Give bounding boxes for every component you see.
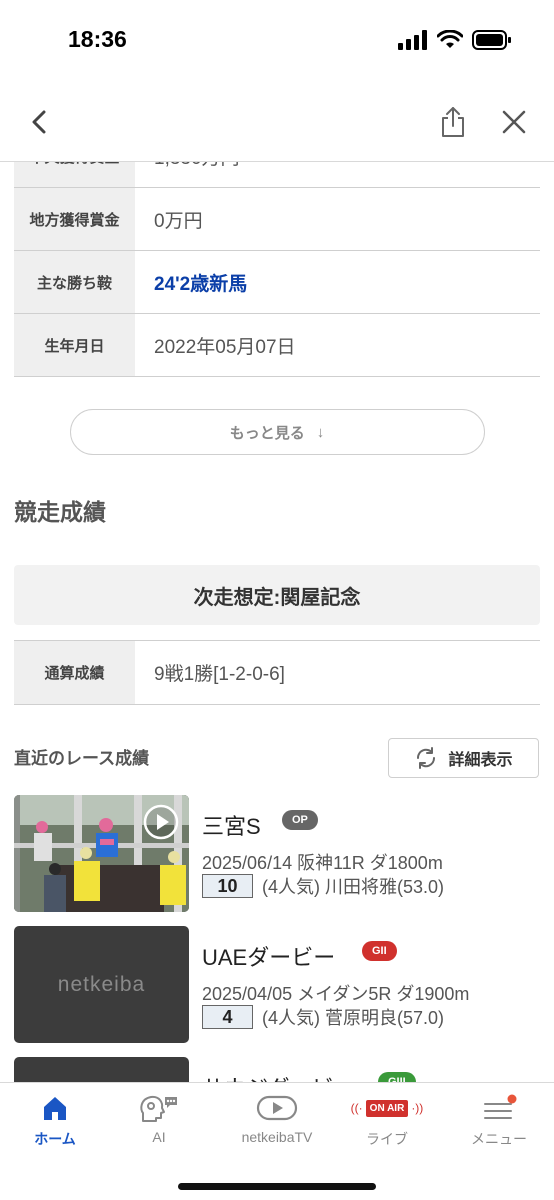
race-info: 2025/04/05 メイダン5R ダ1900m xyxy=(202,984,470,1004)
tab-label: AI xyxy=(152,1129,166,1145)
race-item[interactable]: サウジダービー GIII xyxy=(0,1057,554,1082)
race-result-detail: (4人気) 川田将雅(53.0) xyxy=(262,877,445,897)
info-row-value: 1,330万円 xyxy=(135,162,540,188)
info-row: 地方獲得賞金 0万円 xyxy=(14,187,540,251)
recent-races-title: 直近のレース成績 xyxy=(14,749,150,768)
broadcast-wave-icon: ·)) xyxy=(411,1101,424,1115)
total-record-table: 通算成績 9戦1勝[1-2-0-6] xyxy=(14,640,540,705)
race-name[interactable]: 三宮S xyxy=(202,809,261,841)
info-row-label: 主な勝ち鞍 xyxy=(14,250,135,314)
status-time: 18:36 xyxy=(68,26,127,52)
race-name[interactable]: サウジダービー xyxy=(202,1071,356,1082)
race-result: 4 (4人気) 菅原明良(57.0) xyxy=(202,1004,444,1030)
race-item[interactable]: 三宮S OP 2025/06/14 阪神11R ダ1800m 10 (4人気) … xyxy=(0,795,554,926)
main-win-link[interactable]: 24'2歳新馬 xyxy=(135,250,540,314)
total-record-label: 通算成績 xyxy=(14,640,135,705)
wifi-icon xyxy=(437,30,463,48)
info-row: 生年月日 2022年05月07日 xyxy=(14,313,540,377)
signal-icon xyxy=(398,30,427,50)
horse-info-table: 中央獲得賞金 1,330万円 地方獲得賞金 0万円 主な勝ち鞍 24'2歳新馬 … xyxy=(14,162,540,377)
play-icon[interactable] xyxy=(142,803,180,841)
close-icon[interactable] xyxy=(500,108,528,136)
ai-head-icon xyxy=(140,1095,177,1122)
nav-bar xyxy=(0,80,554,162)
detail-view-label: 詳細表示 xyxy=(448,752,513,769)
info-row-label: 中央獲得賞金 xyxy=(14,162,135,188)
race-video-thumbnail[interactable] xyxy=(14,795,189,912)
broadcast-wave-icon: ((· xyxy=(350,1101,363,1115)
tab-menu[interactable]: メニュー xyxy=(444,1093,554,1149)
home-icon xyxy=(44,1097,66,1120)
share-icon[interactable] xyxy=(438,106,468,138)
status-bar: 18:36 xyxy=(0,0,554,80)
tab-home[interactable]: ホーム xyxy=(0,1093,110,1149)
info-row-label: 生年月日 xyxy=(14,313,135,377)
tab-label: netkeibaTV xyxy=(241,1129,313,1145)
info-row: 主な勝ち鞍 24'2歳新馬 xyxy=(14,250,540,314)
grade-badge: GII xyxy=(362,941,397,961)
tab-label: ライブ xyxy=(366,1131,408,1147)
tab-ai[interactable]: AI xyxy=(104,1093,214,1145)
race-result-detail: (4人気) 菅原明良(57.0) xyxy=(262,1008,445,1028)
tab-live[interactable]: ((· ON AIR ·)) ライブ xyxy=(332,1093,442,1149)
tab-netkeibatv[interactable]: netkeibaTV xyxy=(222,1093,332,1145)
main-content[interactable]: 中央獲得賞金 1,330万円 地方獲得賞金 0万円 主な勝ち鞍 24'2歳新馬 … xyxy=(0,162,554,1082)
race-thumbnail[interactable]: netkeiba xyxy=(14,926,189,1043)
show-more-button[interactable]: もっと見る ↓ xyxy=(69,409,485,455)
status-icons xyxy=(398,30,512,50)
next-race-banner[interactable]: 次走想定:関屋記念 xyxy=(14,565,540,625)
detail-view-button[interactable]: 詳細表示 xyxy=(388,738,539,778)
back-chevron-icon[interactable] xyxy=(26,108,54,136)
finish-rank: 4 xyxy=(202,1005,253,1029)
tab-label: メニュー xyxy=(471,1131,527,1147)
total-record-value: 9戦1勝[1-2-0-6] xyxy=(135,640,540,705)
show-more-label: もっと見る xyxy=(229,424,305,442)
race-name[interactable]: UAEダービー xyxy=(202,940,335,972)
section-title: 競走成績 xyxy=(14,499,106,525)
recent-races-header: 直近のレース成績 詳細表示 xyxy=(0,738,554,778)
race-thumbnail[interactable] xyxy=(14,1057,189,1082)
tv-play-icon xyxy=(256,1095,298,1121)
menu-icon xyxy=(484,1094,517,1119)
race-info: 2025/06/14 阪神11R ダ1800m xyxy=(202,853,443,873)
finish-rank: 10 xyxy=(202,874,253,898)
info-row-label: 地方獲得賞金 xyxy=(14,187,135,251)
race-item[interactable]: netkeiba UAEダービー GII 2025/04/05 メイダン5R ダ… xyxy=(0,926,554,1057)
netkeiba-logo: netkeiba xyxy=(57,972,146,996)
race-result: 10 (4人気) 川田将雅(53.0) xyxy=(202,873,444,899)
tab-bar: ホーム AI netkeibaTV ((· ON AIR ·)) ライブ メニュ… xyxy=(0,1082,554,1200)
info-row-value: 2022年05月07日 xyxy=(135,313,540,377)
info-row-value: 0万円 xyxy=(135,187,540,251)
home-indicator xyxy=(178,1183,376,1190)
grade-badge: OP xyxy=(282,810,318,830)
tab-label: ホーム xyxy=(34,1131,76,1147)
arrow-down-icon: ↓ xyxy=(316,423,325,441)
info-row: 中央獲得賞金 1,330万円 xyxy=(14,162,540,188)
on-air-badge: ON AIR xyxy=(365,1099,409,1117)
battery-icon xyxy=(472,30,511,50)
grade-badge: GIII xyxy=(378,1072,416,1082)
info-row: 通算成績 9戦1勝[1-2-0-6] xyxy=(14,640,540,705)
refresh-icon xyxy=(417,747,436,769)
